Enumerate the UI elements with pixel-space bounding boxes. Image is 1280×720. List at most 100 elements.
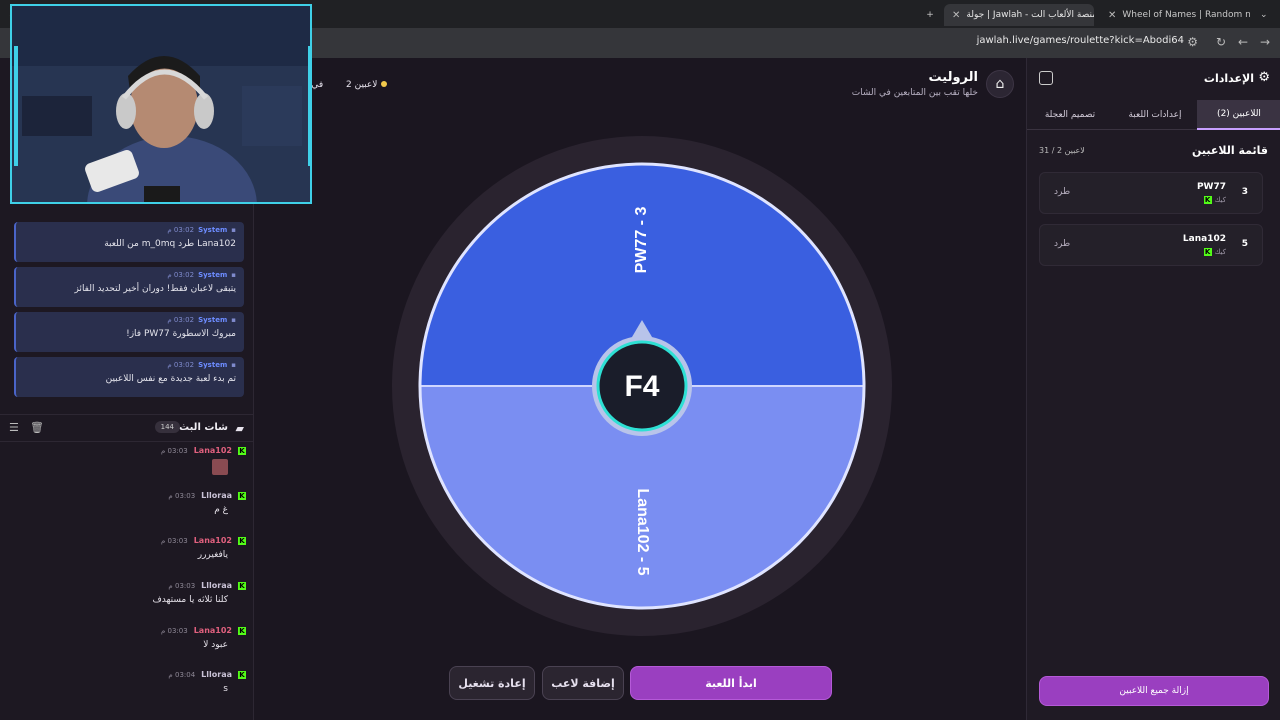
kick-icon: K — [238, 670, 246, 679]
segment-label: PW77 - 3 — [633, 207, 650, 274]
message-time: 03:02 م — [167, 361, 195, 369]
system-message: ▪ System 03:02 م يتبقى لاعبان فقط! دوران أ… — [14, 267, 244, 307]
webcam-overlay: F4 — [10, 4, 312, 204]
message-author: System — [198, 361, 228, 369]
tab-wheel-design[interactable]: تصميم العجلة — [1027, 100, 1113, 130]
message-text: عبود لا — [203, 640, 228, 650]
message-time: 03:03 م — [160, 536, 188, 545]
trash-icon[interactable]: 🗑 — [30, 421, 44, 434]
center-logo: F4 — [624, 370, 659, 403]
player-row: 5 Lana102 K كيك طرد — [1039, 224, 1263, 266]
player-platform: K كيك — [1203, 248, 1226, 256]
filter-icon[interactable]: ☰ — [9, 421, 19, 434]
message-icon: ▪ — [231, 361, 236, 369]
tab-players[interactable]: اللاعبين (2) — [1197, 100, 1280, 130]
wheel-svg: PW77 - 3 Lana102 - 5 F4 — [392, 136, 892, 636]
platform-label: كيك — [1214, 196, 1226, 204]
tab-list-button[interactable]: ⌄ — [1252, 4, 1278, 26]
message-icon: ▪ — [231, 271, 236, 279]
reload-icon[interactable]: ↻ — [1216, 35, 1226, 49]
kick-icon: K — [238, 446, 246, 455]
system-message: ▪ System 03:02 م تم بدء لعبة جديدة مع نفس … — [14, 357, 244, 397]
url-text[interactable]: jawlah.live/games/roulette?kick=Abodi64 — [977, 35, 1184, 46]
chat-message: K Llloraa 03:03 م كلنا ثلاثه يا مستهدف — [0, 581, 246, 605]
segment-label: Lana102 - 5 — [634, 488, 651, 575]
message-text: s — [223, 684, 228, 694]
player-row: 3 PW77 K كيك طرد — [1039, 172, 1263, 214]
message-time: 03:04 م — [168, 670, 196, 679]
chat-message: K Lana102 03:03 م يافغيررر — [0, 536, 246, 560]
message-author: Lana102 — [193, 446, 232, 455]
message-text: غ م — [214, 505, 228, 515]
message-author: Lana102 — [193, 626, 232, 635]
home-icon: ⌂ — [995, 76, 1005, 92]
message-author: Llloraa — [201, 581, 232, 590]
status-dot — [381, 81, 388, 87]
chevron-down-icon: ⌄ — [1260, 10, 1268, 20]
kick-icon: K — [238, 626, 246, 635]
message-author: Llloraa — [201, 670, 232, 679]
kick-player-button[interactable]: طرد — [1054, 187, 1070, 197]
message-text: مبروك الاسطورة PW77 فاز! — [126, 329, 236, 339]
back-icon[interactable]: ← — [1238, 35, 1248, 49]
message-time: 03:02 م — [167, 316, 195, 324]
kick-icon: K — [238, 536, 246, 545]
chat-header: ▰ شات البث 144 🗑 ☰ — [0, 414, 254, 442]
player-name: Lana102 — [1182, 234, 1226, 244]
message-text: يتبقى لاعبان فقط! دوران أخير لتحديد الفا… — [74, 284, 236, 294]
chat-message: K Lana102 03:03 م عبود لا — [0, 626, 246, 650]
message-time: 03:02 م — [167, 271, 195, 279]
player-platform: K كيك — [1203, 196, 1226, 204]
gear-icon: ⚙ — [1258, 70, 1270, 85]
message-time: 03:03 م — [168, 581, 196, 590]
remove-all-players-button[interactable]: إزالة جميع اللاعبين — [1039, 676, 1269, 706]
plus-icon: + — [926, 10, 934, 20]
home-button[interactable]: ⌂ — [986, 70, 1014, 98]
message-time: 03:02 م — [167, 226, 195, 234]
message-text: كلنا ثلاثه يا مستهدف — [152, 595, 228, 605]
page-title: الروليت — [928, 70, 978, 85]
new-tab-button[interactable]: + — [920, 4, 940, 26]
message-text: Lana102 طرد m_0mq من اللعبة — [104, 239, 236, 249]
message-time: 03:03 م — [168, 491, 196, 500]
system-message: ▪ System 03:02 م مبروك الاسطورة PW77 فاز! — [14, 312, 244, 352]
system-message: ▪ System 03:02 م Lana102 طرد m_0mq من اللع… — [14, 222, 244, 262]
player-number: 5 — [1241, 239, 1248, 249]
players-list-title: قائمة اللاعبين — [1192, 144, 1268, 157]
roulette-wheel[interactable]: PW77 - 3 Lana102 - 5 F4 — [390, 134, 894, 638]
tab-jawlah[interactable]: ✕ جولة | Jawlah - منصة الألعاب الت — [944, 4, 1094, 26]
webcam-feed-image: F4 — [12, 6, 310, 204]
chat-title: شات البث — [179, 422, 228, 433]
tab-wheel-of-names[interactable]: ✕ Wheel of Names | Random nam — [1100, 4, 1250, 26]
start-game-button[interactable]: ابدأ اللعبة — [630, 666, 832, 700]
player-name: PW77 — [1196, 182, 1226, 192]
tab-game-settings[interactable]: إعدادات اللعبة — [1113, 100, 1197, 130]
kick-icon: K — [238, 581, 246, 590]
message-time: 03:03 م — [160, 626, 188, 635]
close-icon[interactable]: ✕ — [952, 10, 960, 21]
settings-tabs: اللاعبين (2) إعدادات اللعبة تصميم العجلة — [1027, 100, 1280, 130]
add-player-button[interactable]: إضافة لاعب — [542, 666, 624, 700]
restart-button[interactable]: إعادة تشغيل — [449, 666, 535, 700]
chat-icon: ▰ — [235, 422, 244, 435]
message-text: يافغيررر — [197, 550, 228, 560]
close-icon[interactable]: ✕ — [1108, 10, 1116, 21]
settings-title: الإعدادات — [1203, 72, 1254, 85]
message-author: System — [198, 316, 228, 324]
tab-label: Wheel of Names | Random nam — [1122, 10, 1250, 20]
game-area: ⌂ الروليت خلها تقب بين المتابعين في الشا… — [254, 58, 1026, 720]
svg-text:F4: F4 — [140, 203, 184, 204]
message-author: System — [198, 271, 228, 279]
forward-icon[interactable]: → — [1260, 35, 1270, 49]
players-list-count: 31 / 2 لاعبين — [1039, 146, 1085, 155]
kick-icon: K — [238, 491, 246, 500]
tab-label: جولة | Jawlah - منصة الألعاب الت — [966, 10, 1094, 20]
page-subtitle: خلها تقب بين المتابعين في الشات — [851, 88, 978, 98]
message-icon: ▪ — [231, 316, 236, 324]
players-count: 2 لاعبين — [346, 80, 388, 90]
message-author: System — [198, 226, 228, 234]
site-settings-icon[interactable]: ⚙ — [1187, 35, 1198, 49]
chat-message: K Llloraa 03:04 م s — [0, 670, 246, 694]
collapse-panel-icon[interactable] — [1039, 71, 1053, 85]
kick-player-button[interactable]: طرد — [1054, 239, 1070, 249]
